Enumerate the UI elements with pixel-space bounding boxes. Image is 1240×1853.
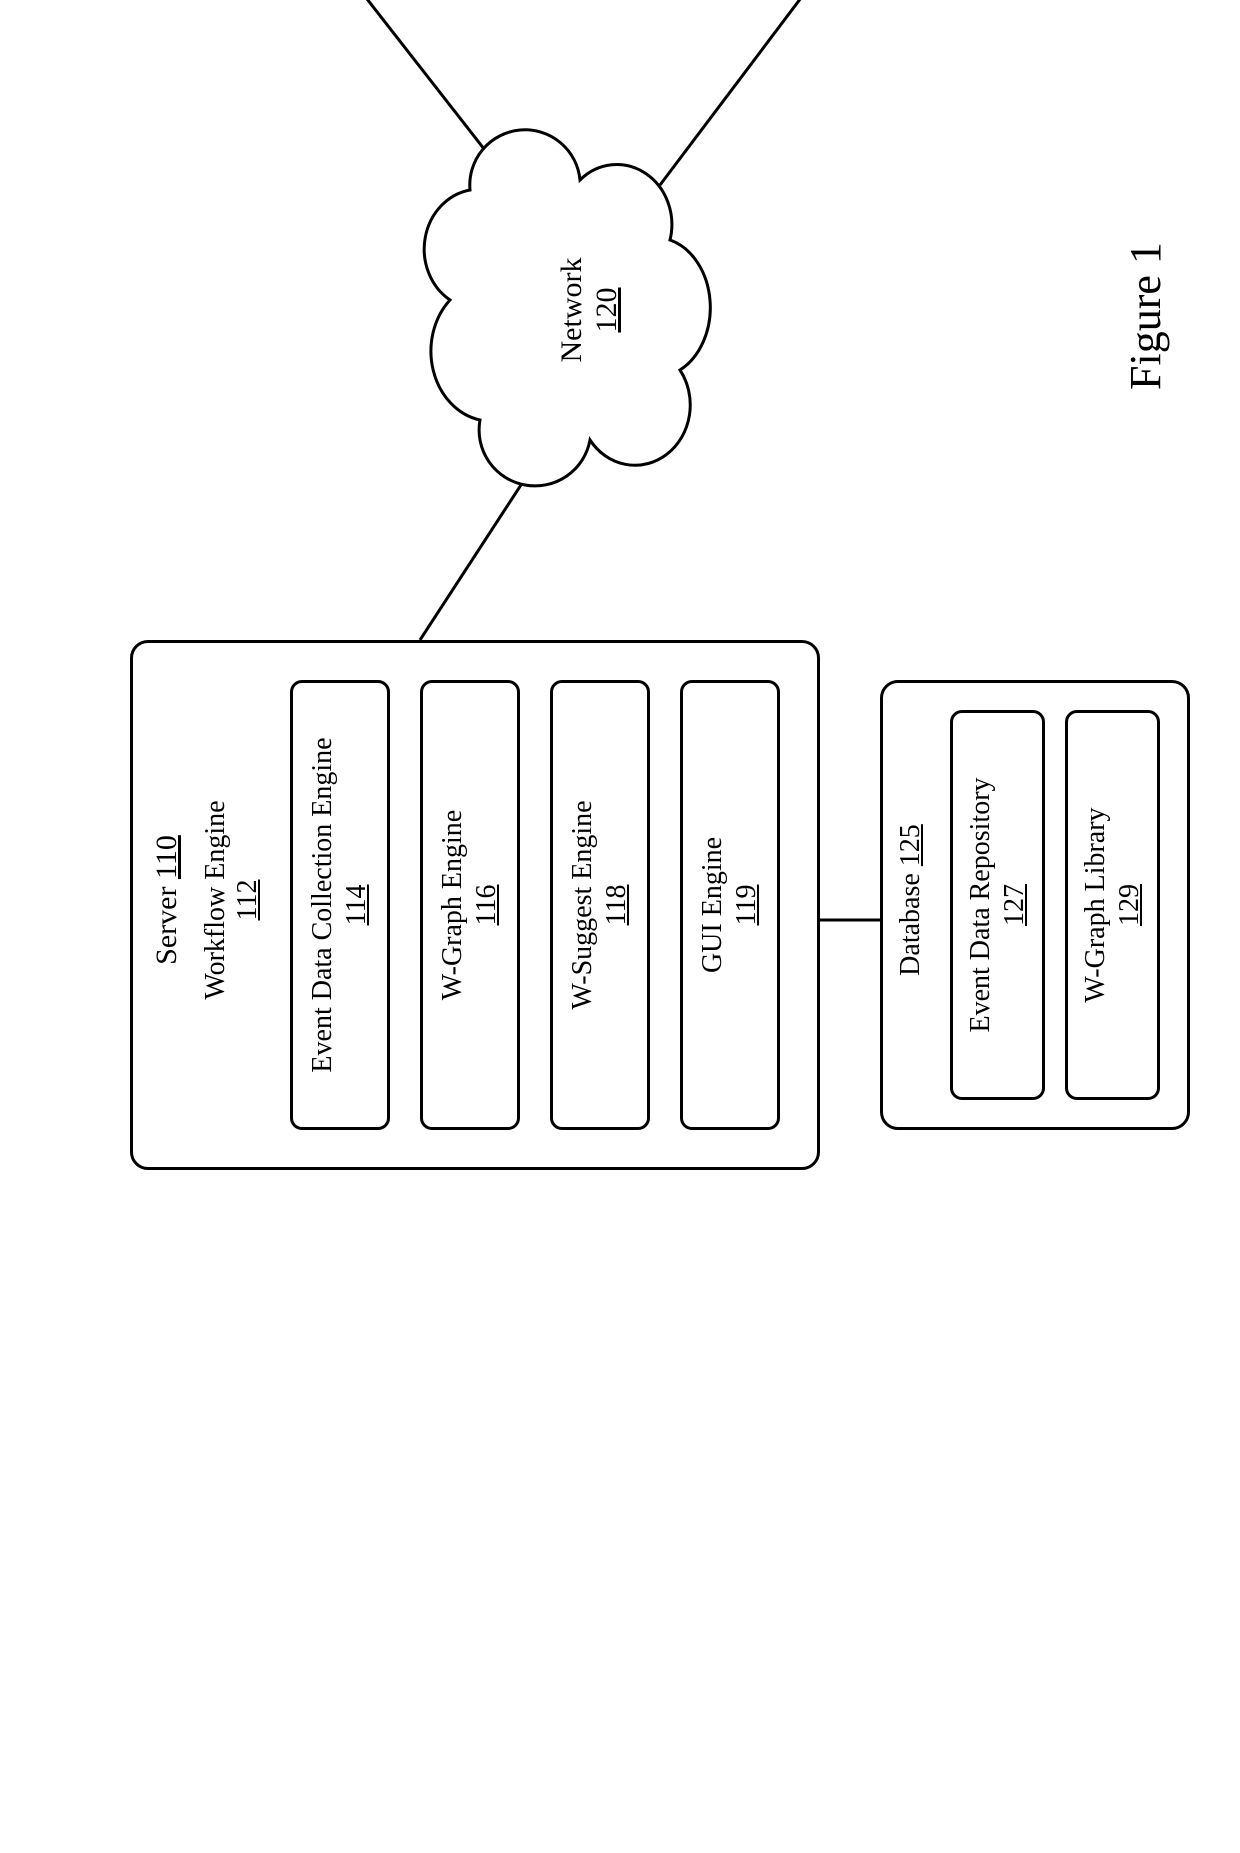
gui-engine: GUI Engine 119 xyxy=(680,680,780,1130)
workflow-engine-label: Workflow Engine 112 xyxy=(200,740,264,1060)
network-label: Network 120 xyxy=(555,220,624,400)
event-data-collection-engine: Event Data Collection Engine 114 xyxy=(290,680,390,1130)
w-suggest-engine: W-Suggest Engine 118 xyxy=(550,680,650,1130)
w-graph-engine: W-Graph Engine 116 xyxy=(420,680,520,1130)
server-title: Server 110 xyxy=(150,790,185,1010)
figure-caption: Figure 1 xyxy=(1120,242,1171,390)
event-data-repository: Event Data Repository 127 xyxy=(950,710,1045,1100)
w-graph-library: W-Graph Library 129 xyxy=(1065,710,1160,1100)
database-title: Database 125 xyxy=(895,770,927,1030)
